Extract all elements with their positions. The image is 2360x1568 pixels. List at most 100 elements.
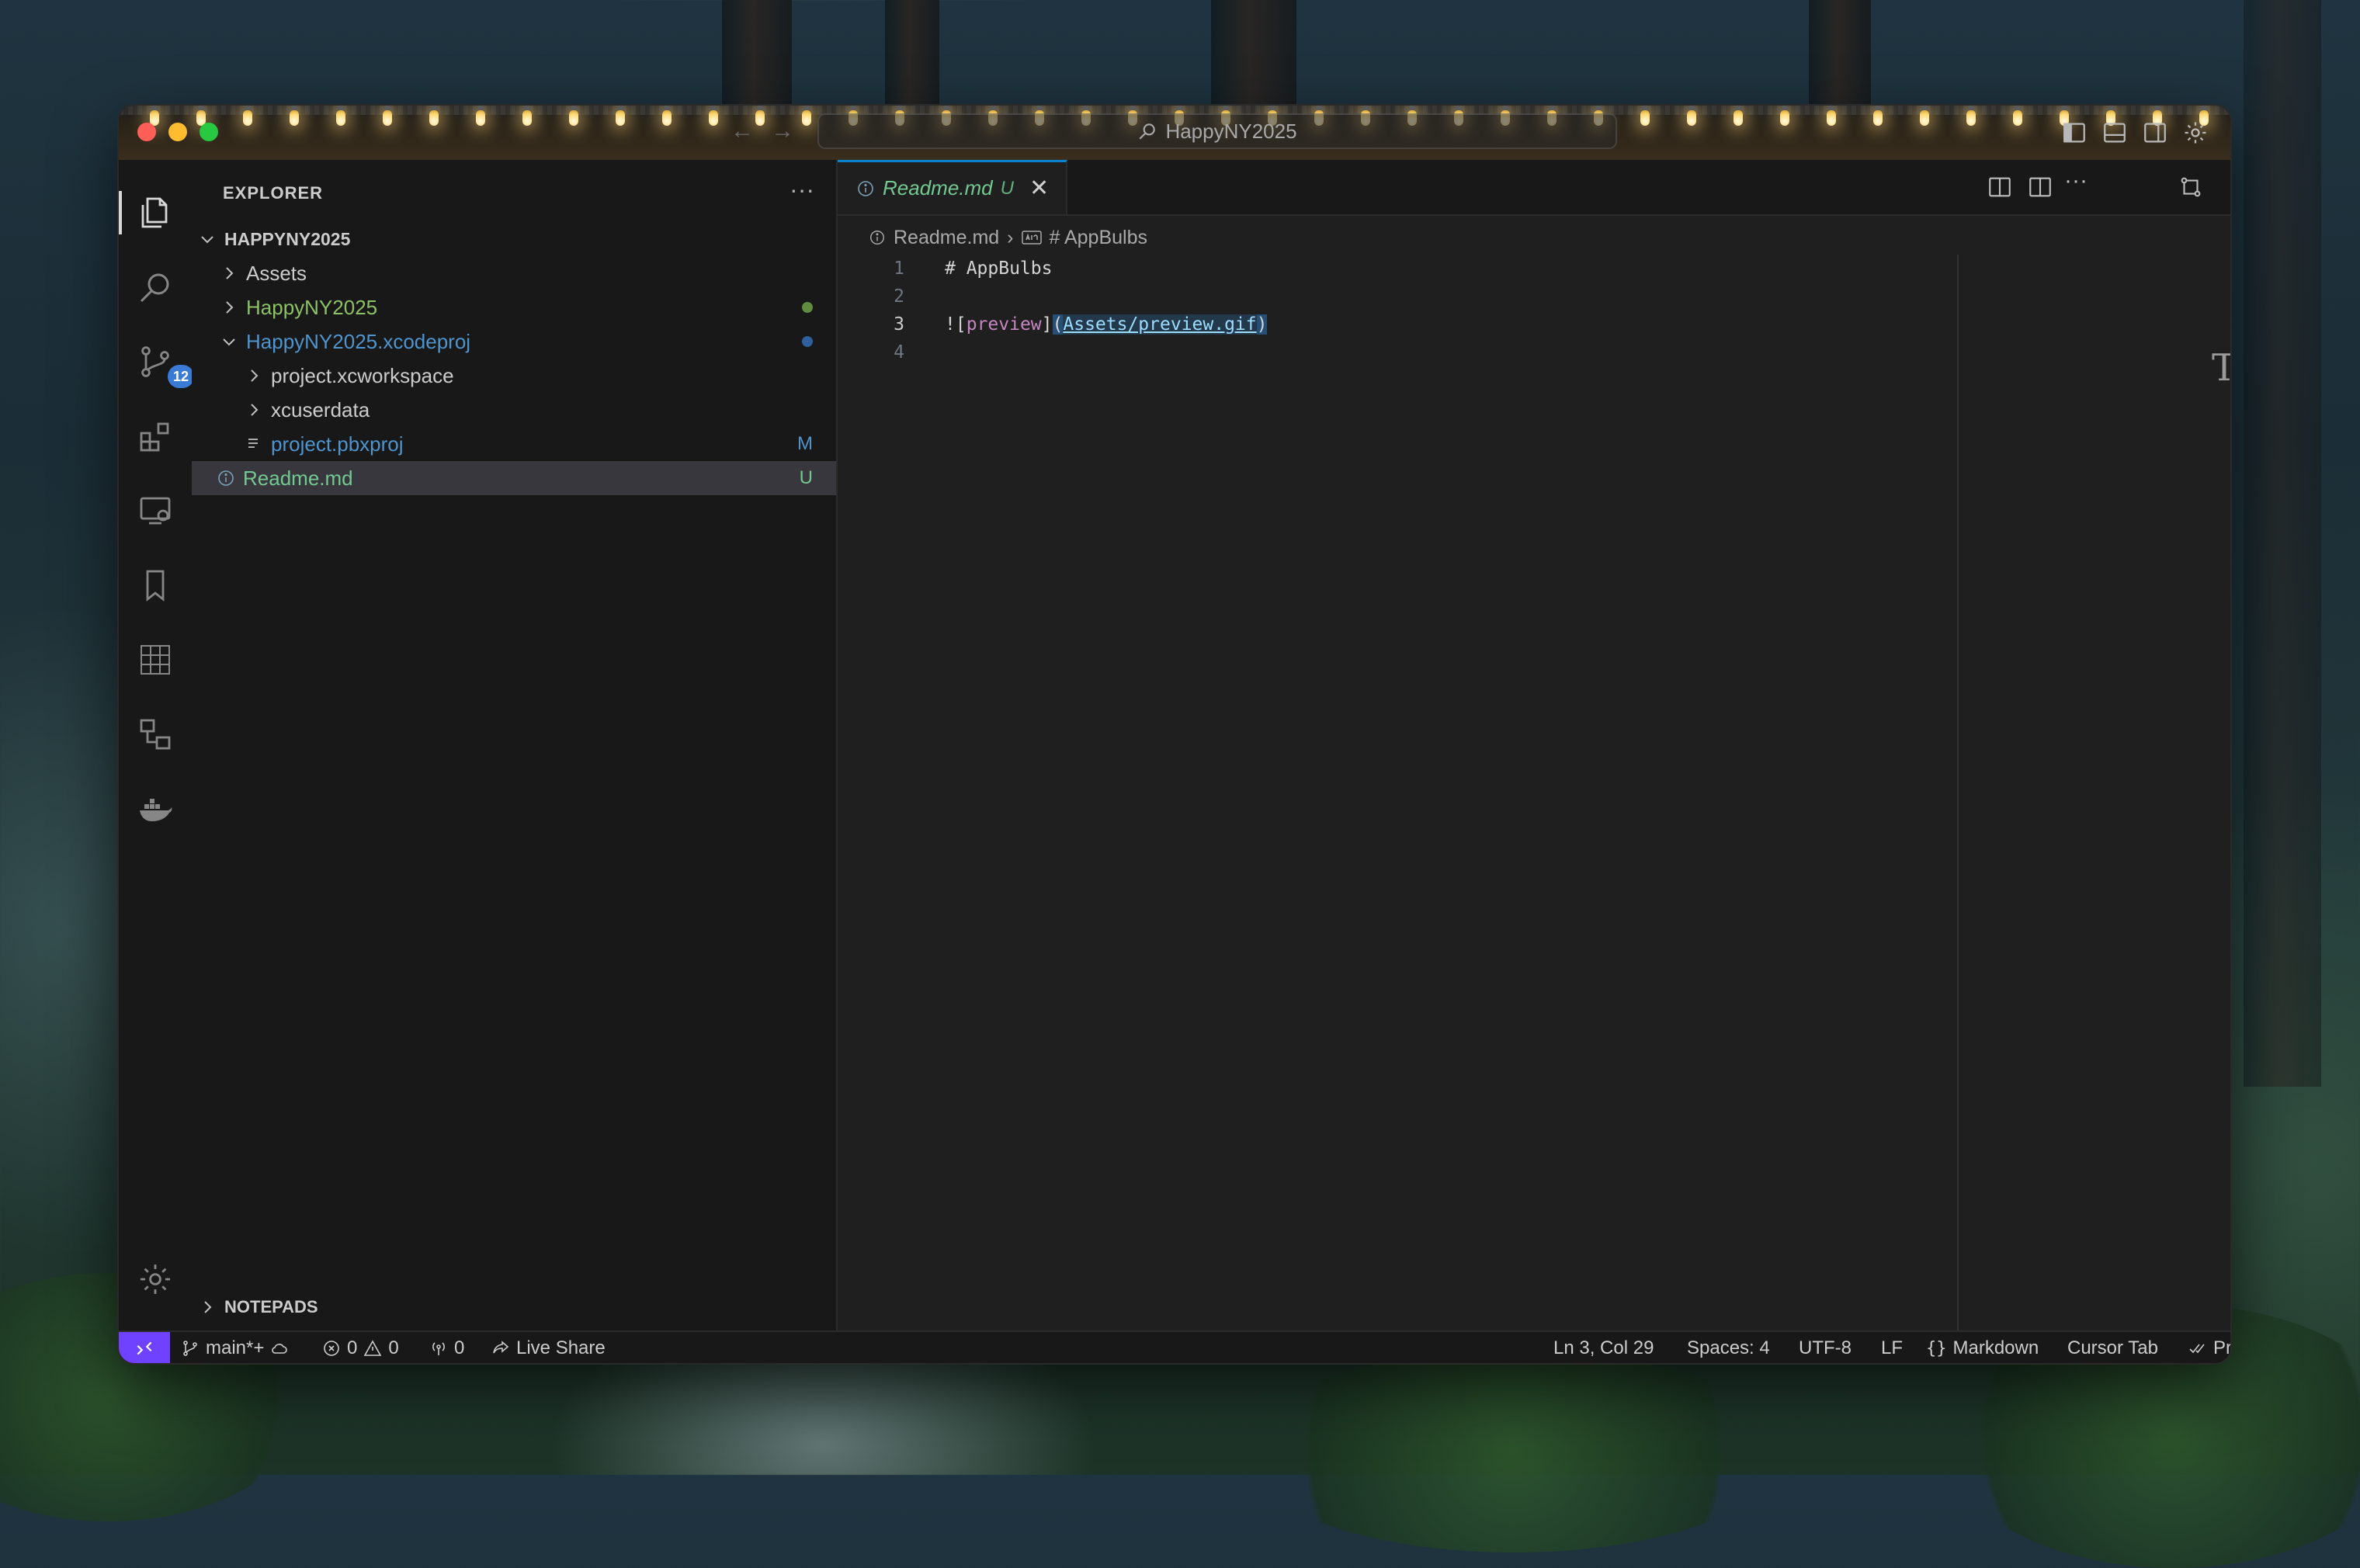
cursor-tab-label: Cursor Tab xyxy=(2067,1337,2158,1358)
light-bulb xyxy=(522,106,532,126)
live-share-button[interactable]: Live Share xyxy=(491,1332,606,1363)
more-actions-icon[interactable]: ··· xyxy=(790,175,814,204)
search-icon[interactable] xyxy=(137,269,174,306)
line-number: 2 xyxy=(894,286,904,307)
minimize-window-button[interactable] xyxy=(168,123,187,141)
encoding[interactable]: UTF-8 xyxy=(1799,1332,1852,1363)
line-text: # AppBulbs xyxy=(945,258,1053,279)
cursor-position-label: Ln 3, Col 29 xyxy=(1553,1337,1654,1358)
background-foliage xyxy=(1242,1351,1786,1552)
light-bulb xyxy=(1734,106,1743,126)
warning-count: 0 xyxy=(388,1337,399,1358)
source-control-icon[interactable]: 12 xyxy=(137,343,194,388)
explorer-icon[interactable] xyxy=(137,194,174,231)
settings-gear-icon[interactable] xyxy=(2182,120,2209,146)
language-label: Markdown xyxy=(1952,1337,2039,1358)
git-status-letter: U xyxy=(799,467,813,488)
command-center-search[interactable]: HappyNY2025 xyxy=(817,113,1617,149)
active-view-indicator xyxy=(119,191,122,234)
background-tree xyxy=(2244,0,2321,1087)
light-bulb xyxy=(709,106,718,126)
open-changes-icon[interactable] xyxy=(2178,174,2204,200)
light-bulb xyxy=(2013,106,2022,126)
tree-item-xcodeproj[interactable]: HappyNY2025.xcodeproj xyxy=(192,324,836,359)
close-icon[interactable]: ✕ xyxy=(1029,175,1049,202)
notepads-section[interactable]: NOTEPADS xyxy=(192,1290,836,1324)
info-icon xyxy=(870,231,884,245)
close-window-button[interactable] xyxy=(137,123,156,141)
editor-window: ← → HappyNY2025 12 EXPLORER ··· HAPPYNY2… xyxy=(119,106,2230,1363)
md-link-paren: ( xyxy=(1052,314,1064,335)
broadcast-icon xyxy=(432,1342,445,1355)
background-tree xyxy=(1211,0,1296,116)
light-bulb xyxy=(383,106,392,126)
indentation[interactable]: Spaces: 4 xyxy=(1687,1332,1770,1363)
end-of-line[interactable]: LF xyxy=(1881,1332,1903,1363)
split-editor-icon[interactable] xyxy=(2027,174,2053,200)
toggle-primary-sidebar-icon[interactable] xyxy=(2061,120,2088,146)
code-line-current: 3 ![preview](Assets/preview.gif) xyxy=(838,310,1847,338)
workspace-root[interactable]: HAPPYNY2025 xyxy=(192,222,836,256)
breadcrumb: Readme.md › # AppBulbs xyxy=(869,222,1147,253)
problems-indicator[interactable]: 0 0 xyxy=(322,1332,399,1363)
md-link-paren: ) xyxy=(1256,314,1268,335)
docker-icon[interactable] xyxy=(137,790,174,827)
tree-item-xcuserdata[interactable]: xcuserdata xyxy=(192,393,836,427)
status-bar: main*+ 0 0 0 Live Share Ln 3, Col 29 Spa… xyxy=(119,1330,2230,1363)
prettier[interactable]: Prettier xyxy=(2188,1332,2230,1363)
sudoku-icon[interactable] xyxy=(137,641,174,678)
forward-arrow-icon[interactable]: → xyxy=(771,118,794,144)
breadcrumb-file[interactable]: Readme.md xyxy=(894,227,999,249)
minimap[interactable]: T xyxy=(2212,346,2230,390)
info-icon xyxy=(858,180,873,196)
tree-item-label: Assets xyxy=(246,261,307,285)
editor-area: Readme.md U ✕ ··· Readme.md › # AppBulbs… xyxy=(838,160,2230,1330)
cloud-sync-icon xyxy=(272,1344,288,1354)
chevron-right-icon xyxy=(220,264,238,283)
connections-icon[interactable] xyxy=(137,716,174,753)
string-symbol-icon xyxy=(1021,231,1042,245)
cursor-tab[interactable]: Cursor Tab xyxy=(2067,1332,2158,1363)
remote-indicator[interactable] xyxy=(119,1332,170,1363)
bookmarks-icon[interactable] xyxy=(137,567,174,604)
tree-item-pbxproj[interactable]: project.pbxproj M xyxy=(192,427,836,461)
md-bracket: ] xyxy=(1041,314,1053,335)
toggle-panel-icon[interactable] xyxy=(2101,120,2128,146)
editor-more-actions-icon[interactable]: ··· xyxy=(2064,168,2091,194)
background-tree xyxy=(722,0,792,116)
light-bulb xyxy=(1687,106,1696,126)
light-bulb xyxy=(1920,106,1929,126)
live-share-icon xyxy=(493,1341,509,1354)
error-count: 0 xyxy=(347,1337,358,1358)
zoom-window-button[interactable] xyxy=(200,123,218,141)
light-bulb xyxy=(290,106,299,126)
tree-item-label: xcuserdata xyxy=(271,397,370,421)
prettier-label: Prettier xyxy=(2213,1337,2230,1358)
code-line: 1 # AppBulbs xyxy=(838,255,1847,283)
tree-item-label: project.pbxproj xyxy=(271,432,404,456)
md-bang: ! xyxy=(945,314,956,335)
open-preview-icon[interactable] xyxy=(1987,174,2013,200)
breadcrumb-symbol[interactable]: # AppBulbs xyxy=(1050,227,1148,249)
tab-readme[interactable]: Readme.md U ✕ xyxy=(838,160,1067,214)
git-status-dot xyxy=(802,336,813,347)
toggle-secondary-sidebar-icon[interactable] xyxy=(2142,120,2168,146)
md-bracket: [ xyxy=(955,314,967,335)
remote-explorer-icon[interactable] xyxy=(137,492,174,529)
error-icon xyxy=(324,1341,339,1356)
light-bulb xyxy=(616,106,625,126)
light-bulb xyxy=(662,106,672,126)
tree-item-happyny2025[interactable]: HappyNY2025 xyxy=(192,290,836,324)
ports-indicator[interactable]: 0 xyxy=(429,1332,464,1363)
tree-item-xcworkspace[interactable]: project.xcworkspace xyxy=(192,359,836,393)
tree-item-readme[interactable]: Readme.md U xyxy=(192,461,836,495)
back-arrow-icon[interactable]: ← xyxy=(731,118,754,144)
tree-item-assets[interactable]: Assets xyxy=(192,256,836,290)
extensions-icon[interactable] xyxy=(137,418,174,455)
chevron-right-icon xyxy=(198,1298,217,1316)
language-mode[interactable]: {} Markdown xyxy=(1926,1332,2039,1363)
manage-gear-icon[interactable] xyxy=(137,1261,174,1298)
git-branch[interactable]: main*+ xyxy=(181,1332,289,1363)
cursor-position[interactable]: Ln 3, Col 29 xyxy=(1553,1332,1654,1363)
light-bulb xyxy=(802,106,811,126)
